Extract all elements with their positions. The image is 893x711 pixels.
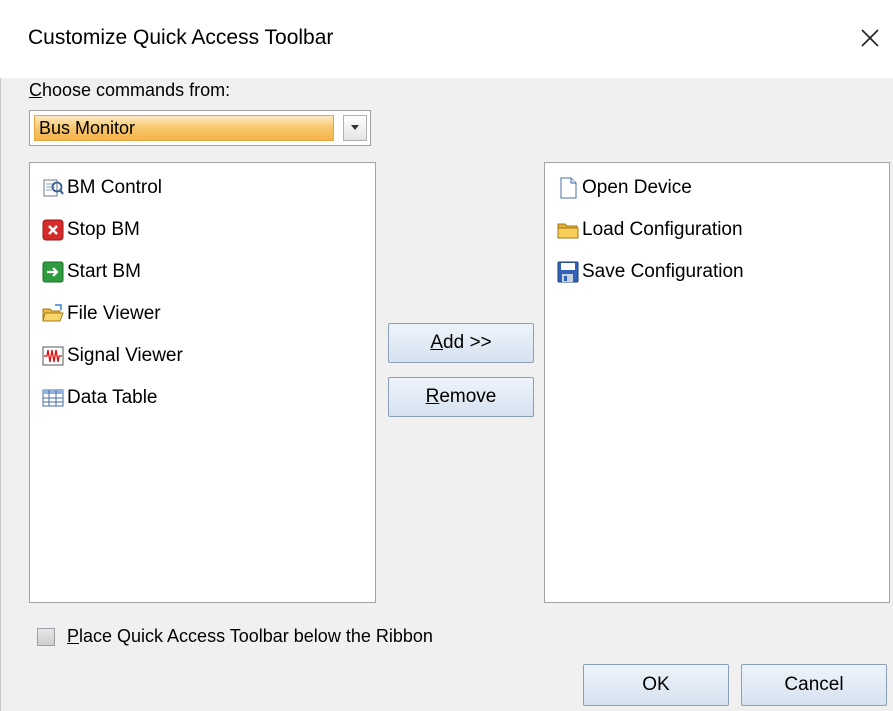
list-item-open-device[interactable]: Open Device [557,171,692,205]
list-item-signal-viewer[interactable]: Signal Viewer [42,339,183,373]
option-accesskey: P [67,626,80,646]
list-item-label: Stop BM [67,219,140,240]
remove-accesskey: R [425,386,440,407]
cancel-button[interactable]: Cancel [741,664,887,706]
list-item-bm-control[interactable]: BM Control [42,171,162,205]
choose-commands-label: Choose commands from: [29,80,230,101]
folder-icon [557,219,579,241]
option-label: lace Quick Access Toolbar below the Ribb… [79,626,433,646]
list-item-save-configuration[interactable]: Save Configuration [557,255,744,289]
chevron-down-icon [351,125,359,130]
start-icon [42,261,64,283]
toolbar-commands-list[interactable]: Open Device Load Configuration Save Conf… [544,162,890,603]
list-item-label: Data Table [67,387,158,408]
below-ribbon-checkbox[interactable] [37,627,55,646]
add-label: dd >> [443,332,492,353]
list-item-load-configuration[interactable]: Load Configuration [557,213,743,247]
dropdown-selected-value: Bus Monitor [34,115,334,141]
ok-button[interactable]: OK [583,664,729,706]
list-item-label: Save Configuration [582,261,744,282]
document-icon [557,177,579,199]
window-edge [0,78,1,711]
choose-label-text: hoose commands from: [42,80,231,100]
commands-source-dropdown[interactable]: Bus Monitor [29,110,371,146]
close-icon [861,29,879,47]
list-item-stop-bm[interactable]: Stop BM [42,213,140,247]
list-item-label: Start BM [67,261,141,282]
table-icon [42,387,64,409]
title-bar: Customize Quick Access Toolbar [0,0,893,78]
list-item-data-table[interactable]: Data Table [42,381,158,415]
dialog-title: Customize Quick Access Toolbar [28,26,334,49]
remove-label: emove [439,386,497,407]
stop-icon [42,219,64,241]
signal-icon [42,345,64,367]
list-item-label: BM Control [67,177,163,198]
choose-label-accesskey: C [29,80,42,100]
add-button[interactable]: Add >> [388,323,534,363]
dropdown-arrow-button[interactable] [343,115,367,141]
below-ribbon-option[interactable]: Place Quick Access Toolbar below the Rib… [37,626,433,647]
list-item-label: Open Device [582,177,692,198]
list-item-file-viewer[interactable]: File Viewer [42,297,161,331]
list-item-label: Load Configuration [582,219,743,240]
folder-open-icon [42,303,64,325]
remove-button[interactable]: Remove [388,377,534,417]
list-item-label: File Viewer [67,303,161,324]
add-accesskey: A [430,332,444,353]
list-item-start-bm[interactable]: Start BM [42,255,141,289]
close-button[interactable] [850,18,890,58]
available-commands-list[interactable]: BM Control Stop BM Start BM File Viewer … [29,162,376,603]
list-item-label: Signal Viewer [67,345,183,366]
bm-control-icon [42,177,64,199]
save-icon [557,261,579,283]
